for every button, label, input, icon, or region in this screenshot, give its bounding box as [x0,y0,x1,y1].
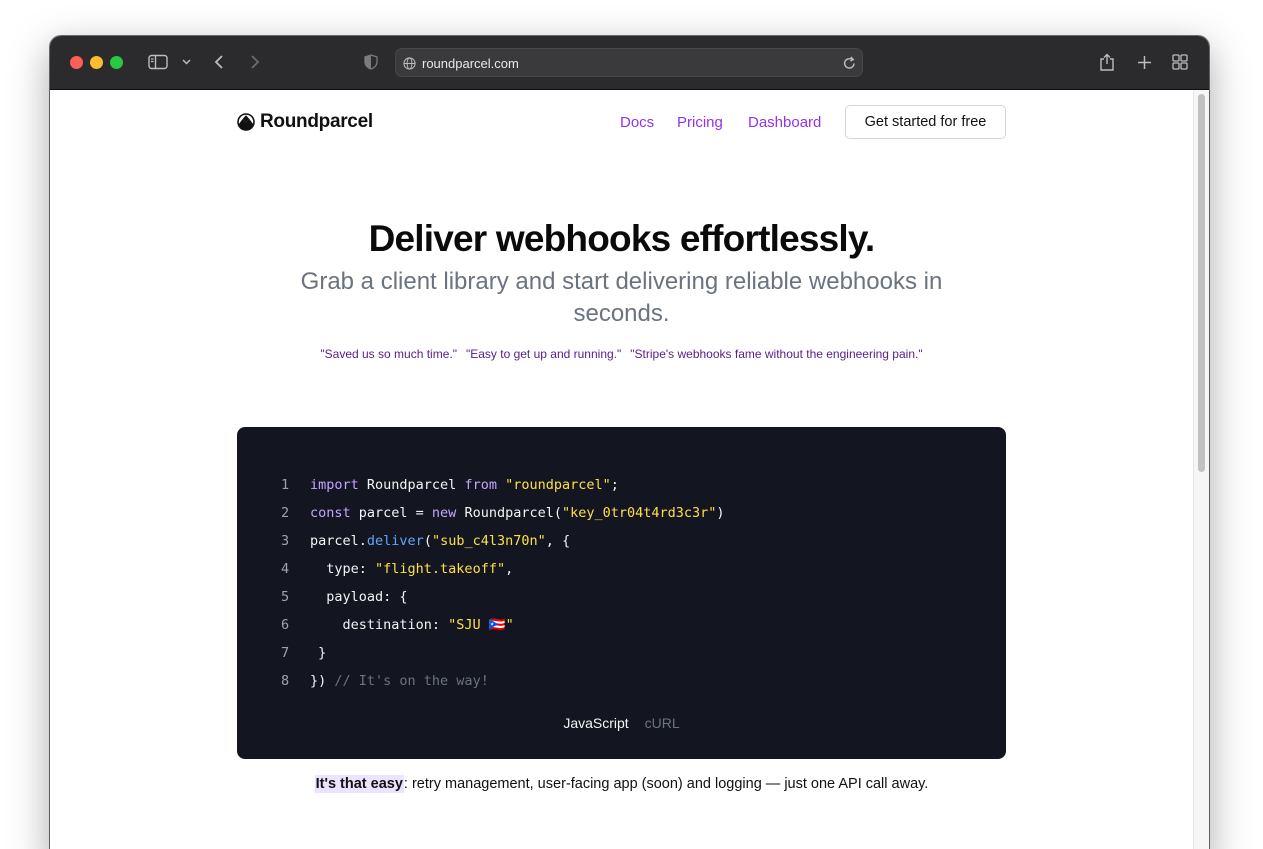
forward-icon[interactable] [247,50,263,74]
browser-toolbar: roundparcel.com [50,36,1209,90]
line-number: 7 [281,645,290,661]
code-token: "flight.takeoff" [375,561,506,577]
globe-icon [402,55,416,71]
testimonial-quote: "Saved us so much time." [320,347,457,361]
nav-link-pricing[interactable]: Pricing [677,114,723,131]
site-nav: Roundparcel Docs Pricing Dashboard Get s… [237,104,1006,140]
page-scrollbar[interactable] [1193,90,1209,849]
line-number: 4 [281,561,290,577]
line-number: 2 [281,505,290,521]
line-number: 5 [281,589,290,605]
line-number: 3 [281,533,290,549]
tab-curl[interactable]: cURL [645,715,680,731]
code-token: payload: { [310,589,408,605]
testimonial-quote: "Easy to get up and running." [465,347,622,361]
language-tabs: JavaScript cURL [237,715,1006,731]
code-token: , { [545,533,571,549]
code-token: "SJU 🇵🇷" [448,617,514,633]
code-token: ) [716,505,725,521]
code-token: ; [610,477,619,493]
code-token: "sub_c4l3n70n" [431,533,546,549]
nav-link-docs[interactable]: Docs [620,114,654,131]
brand-name: Roundparcel [260,111,373,132]
chevron-down-icon[interactable] [179,50,193,74]
minimize-window-button[interactable] [90,56,103,69]
new-tab-icon[interactable] [1135,50,1153,74]
line-number: 6 [281,617,290,633]
code-token: import [310,477,359,493]
code-token: , [505,561,514,577]
code-line: 3 parcel. deliver("sub_c4l3n70n", { [281,527,725,555]
close-window-button[interactable] [70,56,83,69]
code-token: Roundparcel [358,477,465,493]
nav-link-dashboard[interactable]: Dashboard [748,114,821,131]
code-line: 4 type: "flight.takeoff", [281,555,725,583]
hero-subtitle: Grab a client library and start deliveri… [300,268,943,327]
code-line: 6 destination: "SJU 🇵🇷" [281,611,725,639]
line-number: 1 [281,477,290,493]
address-bar[interactable]: roundparcel.com [395,48,863,77]
code-token: }) [310,673,327,689]
code-token: deliver [366,533,424,549]
code-token: parcel = [350,505,432,521]
reload-icon[interactable] [842,55,856,71]
line-number: 8 [281,673,290,689]
testimonial-quote: "Stripe's webhooks fame without the engi… [630,347,923,361]
zoom-window-button[interactable] [110,56,123,69]
code-token: destination: [310,617,449,633]
hero-title: Deliver webhooks effortlessly. [368,218,876,259]
code-token: } [310,645,327,661]
code-block: 1 import Roundparcel from "roundparcel";… [281,471,725,695]
scrollbar-thumb[interactable] [1198,94,1205,472]
testimonial-quotes: "Saved us so much time." "Easy to get up… [50,347,1193,361]
roundparcel-logo-icon [237,113,255,131]
code-comment: // It's on the way! [326,673,489,689]
code-line: 5 payload: { [281,583,725,611]
tab-overview-icon[interactable] [1171,50,1189,74]
tab-javascript[interactable]: JavaScript [563,715,628,731]
tagline-text: : retry management, user-facing app (soo… [403,776,929,792]
code-token: parcel. [310,533,367,549]
tagline: It's that easy: retry management, user-f… [50,775,1193,793]
brand-logo[interactable]: Roundparcel [237,111,373,133]
code-token: ( [423,533,432,549]
browser-window: roundparcel.com Roundparcel Docs Pricing… [50,36,1209,849]
sidebar-toggle-icon[interactable] [147,50,169,74]
share-icon[interactable] [1098,50,1116,74]
code-token: const [310,505,351,521]
code-token: new [431,505,457,521]
tagline-highlight: It's that easy [314,775,404,793]
code-token: "roundparcel" [505,477,611,493]
url-text[interactable]: roundparcel.com [422,56,519,71]
code-line: 7 } [281,639,725,667]
page-viewport: Roundparcel Docs Pricing Dashboard Get s… [50,90,1209,849]
code-token: type: [310,561,376,577]
code-line: 1 import Roundparcel from "roundparcel"; [281,471,725,499]
code-token: "key_0tr04t4rd3c3r" [561,505,717,521]
back-icon[interactable] [211,50,227,74]
code-line: 8 }) // It's on the way! [281,667,725,695]
privacy-shield-icon[interactable] [363,50,379,74]
code-token: from [464,477,497,493]
code-token: Roundparcel( [456,505,562,521]
code-example: 1 import Roundparcel from "roundparcel";… [237,427,1006,759]
get-started-button[interactable]: Get started for free [845,105,1006,139]
code-line: 2 const parcel = new Roundparcel("key_0t… [281,499,725,527]
